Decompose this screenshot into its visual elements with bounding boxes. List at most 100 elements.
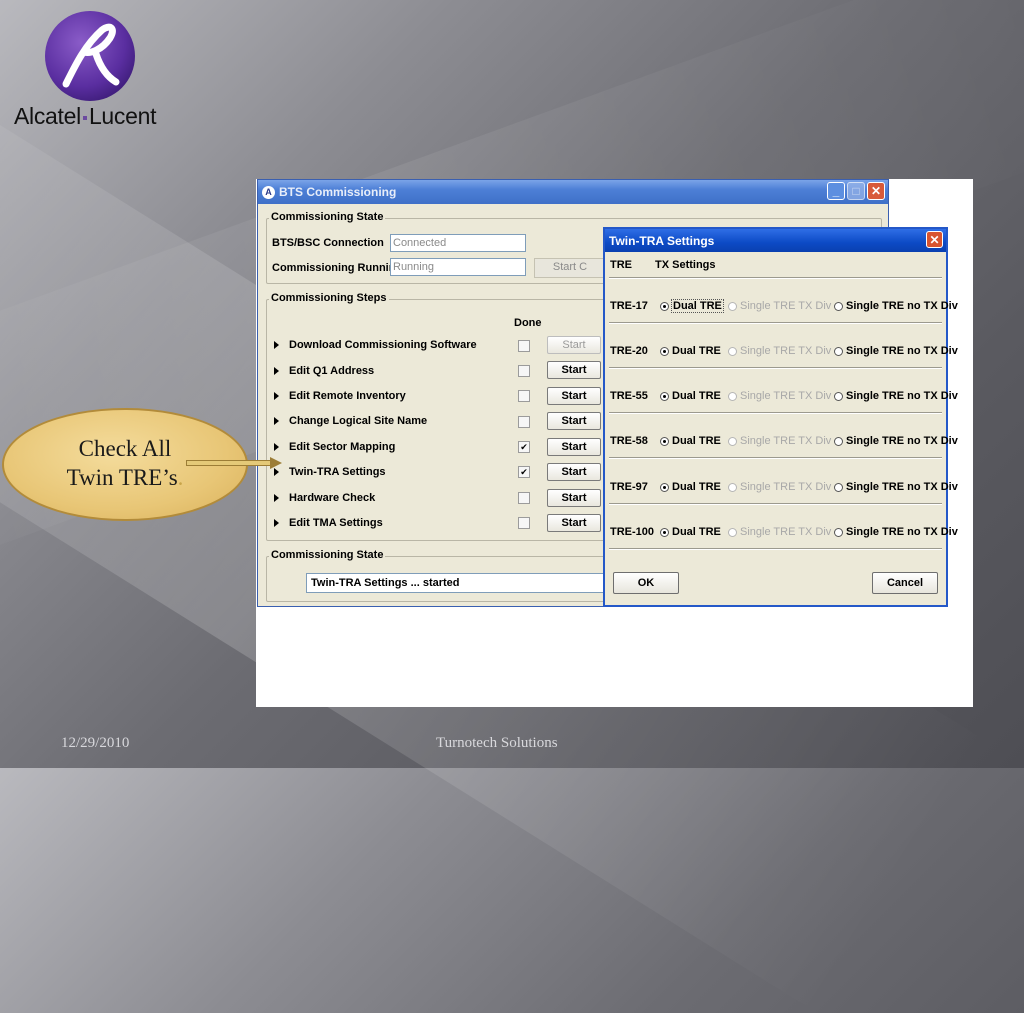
callout-period: . <box>177 465 184 490</box>
step-label: Edit Q1 Address <box>289 365 375 377</box>
single-tre-no-tx-div-radio[interactable]: Single TRE no TX Div <box>834 390 958 402</box>
step-start-button[interactable]: Start <box>547 489 601 507</box>
dual-tre-radio[interactable]: Dual TRE <box>660 390 721 402</box>
twin-tra-settings-dialog: Twin-TRA Settings ✕ TRE TX Settings TRE-… <box>603 227 958 607</box>
radio-disabled-icon <box>728 391 737 401</box>
tre-name: TRE-17 <box>610 300 648 312</box>
status-text: Twin-TRA Settings ... started <box>306 573 606 593</box>
tre-name: TRE-58 <box>610 435 648 447</box>
alcatel-lucent-logo: Alcatel Lucent <box>14 10 174 135</box>
single-tre-tx-div-radio: Single TRE TX Div <box>728 390 831 402</box>
separator <box>609 457 942 459</box>
single-tre-tx-div-radio: Single TRE TX Div <box>728 481 831 493</box>
tre-row: TRE-55 Dual TRE Single TRE TX Div Single… <box>610 388 958 406</box>
radio-icon <box>834 346 843 356</box>
callout-line1: Check All <box>78 436 172 461</box>
window-titlebar[interactable]: A BTS Commissioning _ □ ✕ <box>258 180 888 204</box>
step-start-button[interactable]: Start <box>547 514 601 532</box>
dialog-close-button[interactable]: ✕ <box>926 231 943 248</box>
maximize-button[interactable]: □ <box>847 182 865 200</box>
tre-row: TRE-17 Dual TRE Single TRE TX Div Single… <box>610 298 958 316</box>
running-label: Commissioning Running <box>272 262 403 274</box>
radio-selected-icon <box>660 301 669 311</box>
step-label: Edit Sector Mapping <box>289 441 396 453</box>
radio-selected-icon <box>660 527 669 537</box>
start-commissioning-button[interactable]: Start C <box>534 258 606 278</box>
dialog-titlebar[interactable]: Twin-TRA Settings ✕ <box>605 229 946 252</box>
separator <box>609 367 942 369</box>
expand-arrow-icon <box>274 519 279 527</box>
separator <box>609 503 942 505</box>
radio-icon <box>834 301 843 311</box>
done-checkbox <box>518 416 530 428</box>
step-start-button[interactable]: Start <box>547 412 601 430</box>
single-tre-no-tx-div-radio[interactable]: Single TRE no TX Div <box>834 300 958 312</box>
tre-row: TRE-97 Dual TRE Single TRE TX Div Single… <box>610 479 958 497</box>
callout-line2: Twin TRE’s <box>66 465 178 490</box>
single-tre-tx-div-radio: Single TRE TX Div <box>728 300 831 312</box>
done-checkbox <box>518 340 530 352</box>
done-checkbox: ✔ <box>518 441 530 453</box>
done-checkbox <box>518 492 530 504</box>
done-header: Done <box>514 317 542 329</box>
radio-icon <box>834 482 843 492</box>
single-tre-no-tx-div-radio[interactable]: Single TRE no TX Div <box>834 526 958 538</box>
group-label: Commissioning State <box>269 549 386 561</box>
radio-selected-icon <box>660 482 669 492</box>
expand-arrow-icon <box>274 494 279 502</box>
step-start-button[interactable]: Start <box>547 438 601 456</box>
running-field[interactable]: Running <box>390 258 526 276</box>
cancel-button[interactable]: Cancel <box>872 572 938 594</box>
single-tre-no-tx-div-radio[interactable]: Single TRE no TX Div <box>834 481 958 493</box>
radio-selected-icon <box>660 391 669 401</box>
step-label: Download Commissioning Software <box>289 339 477 351</box>
separator <box>609 322 942 324</box>
done-checkbox <box>518 517 530 529</box>
bts-bsc-label: BTS/BSC Connection <box>272 237 384 249</box>
step-start-button[interactable]: Start <box>547 387 601 405</box>
single-tre-tx-div-radio: Single TRE TX Div <box>728 435 831 447</box>
expand-arrow-icon <box>274 443 279 451</box>
expand-arrow-icon <box>274 341 279 349</box>
step-label: Change Logical Site Name <box>289 415 428 427</box>
dialog-title: Twin-TRA Settings <box>609 233 715 248</box>
step-label: Edit Remote Inventory <box>289 390 406 402</box>
dual-tre-radio[interactable]: Dual TRE <box>660 299 724 313</box>
logo-emblem-icon <box>45 11 135 101</box>
single-tre-no-tx-div-radio[interactable]: Single TRE no TX Div <box>834 435 958 447</box>
step-start-button[interactable]: Start <box>547 336 601 354</box>
dual-tre-radio[interactable]: Dual TRE <box>660 435 721 447</box>
radio-icon <box>834 391 843 401</box>
step-label: Hardware Check <box>289 492 376 504</box>
expand-arrow-icon <box>274 417 279 425</box>
radio-icon <box>834 527 843 537</box>
tre-column-header: TRE <box>610 259 632 271</box>
single-tre-tx-div-radio: Single TRE TX Div <box>728 345 831 357</box>
separator <box>609 548 942 550</box>
tre-name: TRE-100 <box>610 526 655 538</box>
separator <box>609 277 942 279</box>
step-start-button[interactable]: Start <box>547 463 601 481</box>
step-start-button[interactable]: Start <box>547 361 601 379</box>
radio-disabled-icon <box>728 527 737 537</box>
tre-name: TRE-55 <box>610 390 648 402</box>
expand-arrow-icon <box>274 392 279 400</box>
radio-disabled-icon <box>728 301 737 311</box>
footer-company: Turnotech Solutions <box>436 735 558 751</box>
tre-name: TRE-20 <box>610 345 648 357</box>
step-label: Twin-TRA Settings <box>289 466 386 478</box>
close-button[interactable]: ✕ <box>867 182 885 200</box>
group-label: Commissioning State <box>269 211 386 223</box>
tre-row: TRE-20 Dual TRE Single TRE TX Div Single… <box>610 343 958 361</box>
footer-date: 12/29/2010 <box>61 735 130 751</box>
tre-row: TRE-58 Dual TRE Single TRE TX Div Single… <box>610 433 958 451</box>
callout-text: Check All Twin TRE’s. <box>40 434 210 492</box>
bts-bsc-field[interactable]: Connected <box>390 234 526 252</box>
minimize-button[interactable]: _ <box>827 182 845 200</box>
dual-tre-radio[interactable]: Dual TRE <box>660 345 721 357</box>
single-tre-no-tx-div-radio[interactable]: Single TRE no TX Div <box>834 345 958 357</box>
ok-button[interactable]: OK <box>613 572 679 594</box>
dual-tre-radio[interactable]: Dual TRE <box>660 481 721 493</box>
dual-tre-radio[interactable]: Dual TRE <box>660 526 721 538</box>
radio-disabled-icon <box>728 346 737 356</box>
